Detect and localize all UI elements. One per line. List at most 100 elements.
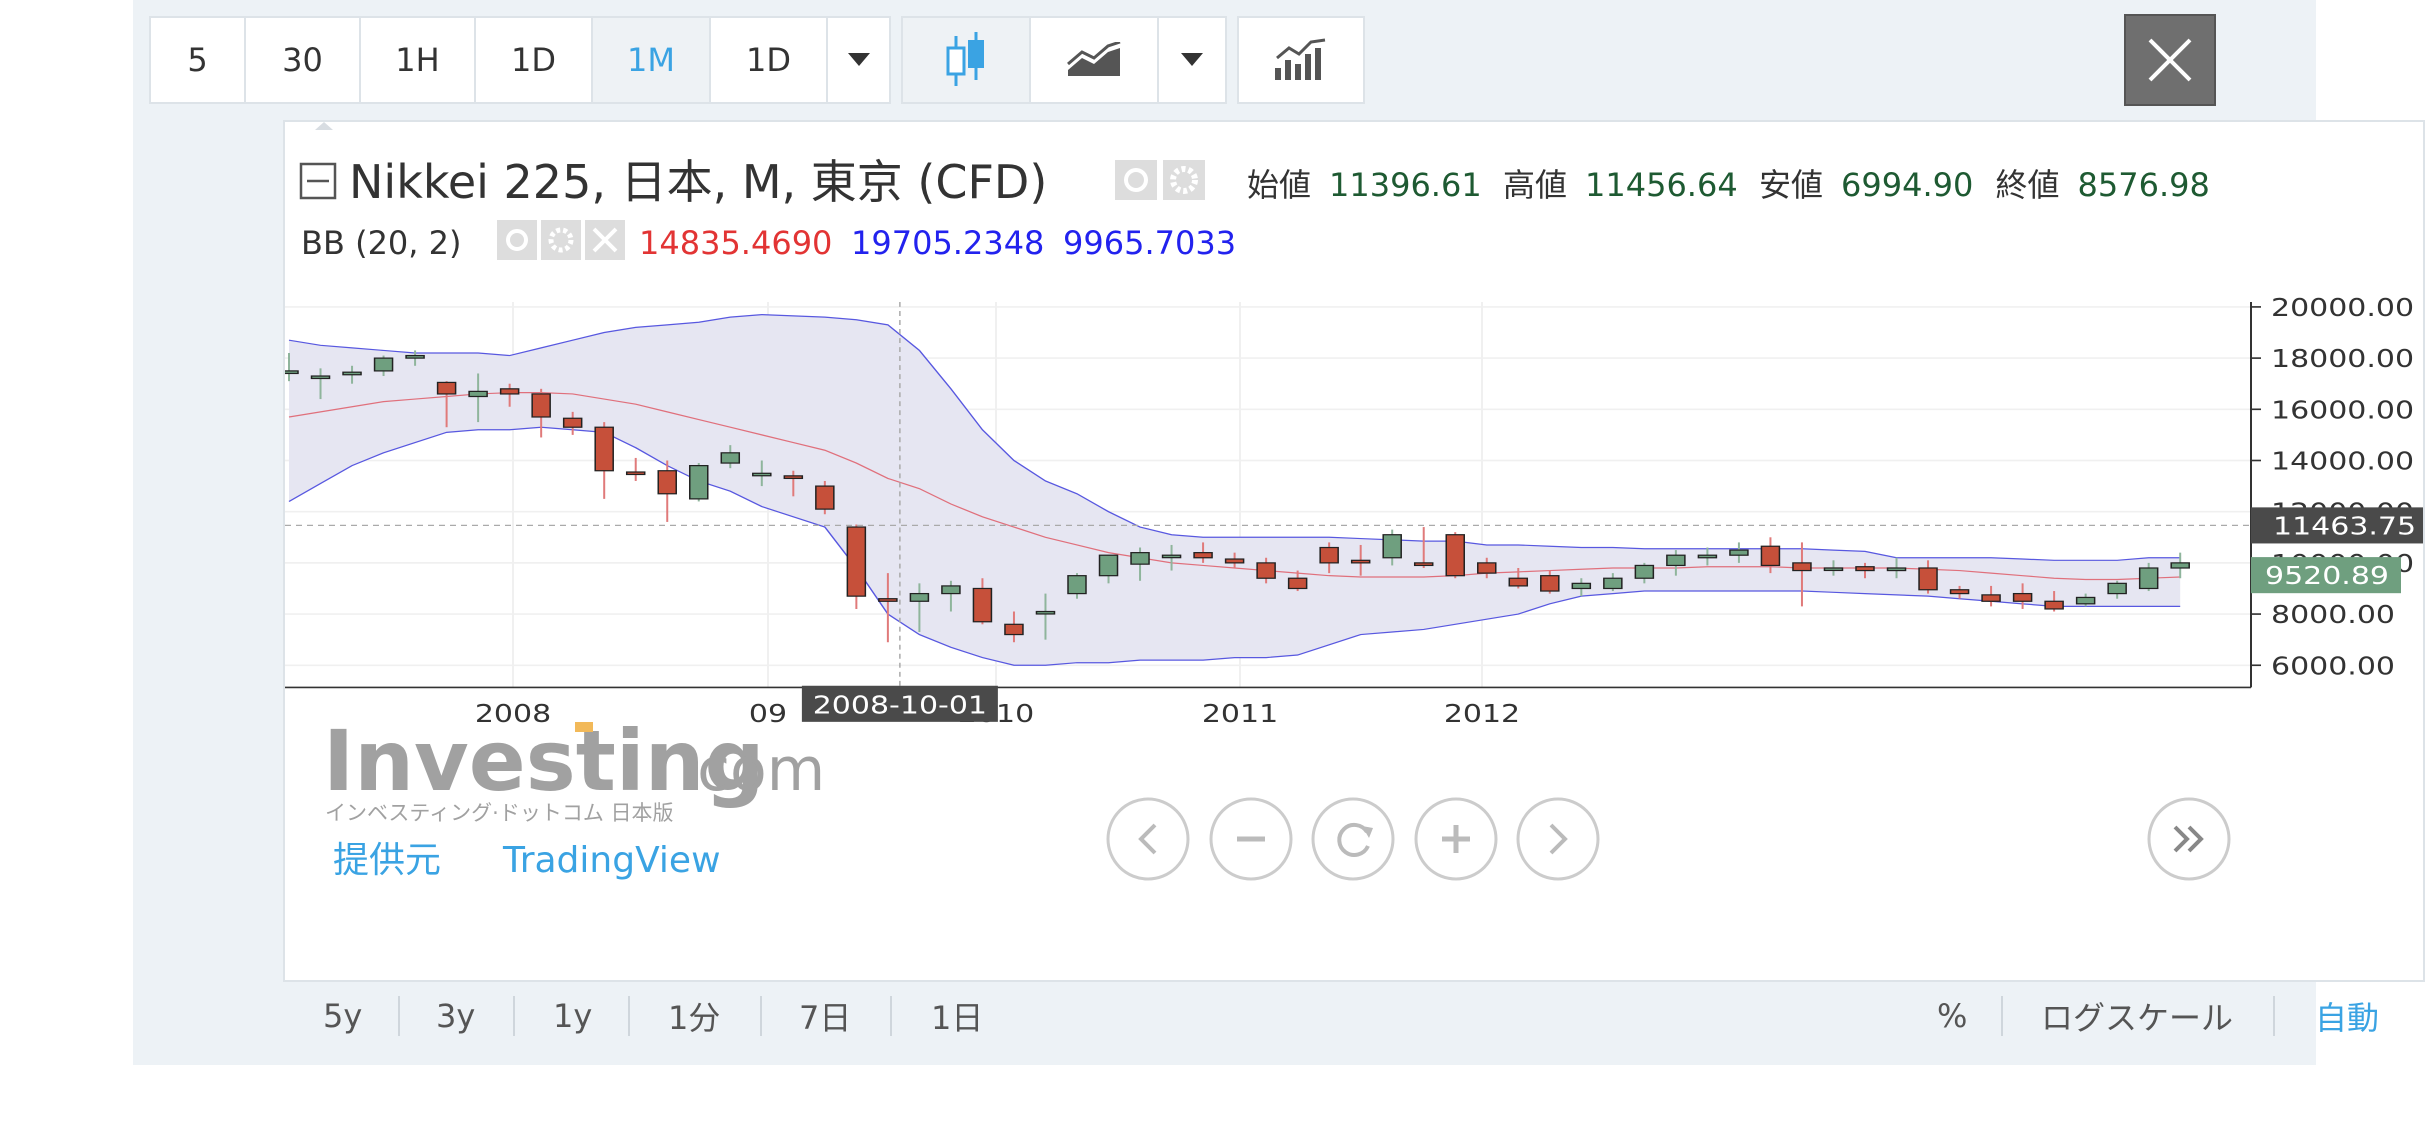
line-chart-button[interactable] <box>1031 18 1159 102</box>
scroll-to-latest-button[interactable] <box>2147 797 2231 881</box>
candle-body <box>1760 545 1781 567</box>
chart-type-dropdown-button[interactable] <box>1159 18 1225 102</box>
tradingview-link[interactable]: TradingView <box>502 840 721 881</box>
close-icon <box>2148 38 2192 82</box>
price-tick-label: 14000.00 <box>2271 448 2414 476</box>
candle-body <box>783 475 804 480</box>
price-axis[interactable]: 20000.0018000.0016000.0014000.0012000.00… <box>2250 294 2425 982</box>
candle-body <box>468 390 488 398</box>
candle-body <box>594 426 614 472</box>
candle-body <box>1224 558 1245 564</box>
interval-dropdown-button[interactable] <box>828 18 889 102</box>
price-tick-label: 16000.00 <box>2271 397 2414 425</box>
price-tick-label: 6000.00 <box>2271 653 2395 681</box>
candle-body <box>1161 554 1182 559</box>
candle-body <box>342 371 362 376</box>
candle-body <box>1413 562 1434 567</box>
candle-body <box>1319 546 1339 564</box>
ohlc-values: 始値 11396.61 高値 11456.64 安値 6994.90 終値 8576.98 <box>1247 166 2210 204</box>
time-tick-label: 2012 <box>1444 700 1520 728</box>
reset-button[interactable] <box>1311 797 1395 881</box>
zoom-in-button[interactable] <box>1414 797 1498 881</box>
separator <box>890 996 892 1036</box>
candle-body <box>1067 575 1087 595</box>
candle-body <box>1445 534 1465 577</box>
range-3y-button[interactable]: 3y <box>436 992 475 1040</box>
candle-body <box>310 375 331 380</box>
price-tick-label: 8000.00 <box>2271 602 2395 630</box>
ohlc-label: 始値 <box>1247 166 1311 204</box>
candle-body <box>657 470 677 495</box>
auto-scale-toggle[interactable]: 自動 <box>2315 992 2379 1040</box>
candle-body <box>1634 564 1655 579</box>
provider-label: 提供元 <box>333 840 441 881</box>
range-1min-button[interactable]: 1分 <box>668 992 720 1040</box>
area-line-icon <box>1067 42 1121 76</box>
bb-label: BB (20, 2) <box>301 224 461 262</box>
watermark-brand-suffix: .com <box>678 735 825 805</box>
range-5y-button[interactable]: 5y <box>323 992 362 1040</box>
close-button[interactable] <box>2124 14 2216 106</box>
candle-body <box>2107 582 2127 595</box>
scroll-left-button[interactable] <box>1106 797 1190 881</box>
scroll-right-button[interactable] <box>1516 797 1600 881</box>
interval-30-button[interactable]: 30 <box>246 18 361 102</box>
candle-body <box>1855 566 1875 572</box>
time-tick-label: 2011 <box>1202 700 1278 728</box>
candlestick-button[interactable] <box>903 18 1031 102</box>
candle-body <box>1350 559 1371 564</box>
bb-gear-icon[interactable] <box>541 220 581 260</box>
candle-body <box>1792 562 1812 572</box>
interval-1h-button[interactable]: 1H <box>361 18 476 102</box>
candle-body <box>1382 534 1402 559</box>
bb-value: 14835.4690 <box>639 224 832 262</box>
candle-body <box>1571 582 1592 590</box>
price-chart[interactable]: Nikkei 225, 日本, M, 東京 (CFD) 始値 11396.61 高値… <box>285 122 2425 982</box>
interval-1m-button[interactable]: 1M <box>593 18 711 102</box>
price-tick-label: 18000.00 <box>2271 346 2414 374</box>
ohlc-label: 終値 <box>1996 166 2060 204</box>
investing-watermark: Investing .com インベスティング·ドットコム 日本版 <box>323 712 825 825</box>
indicators-button[interactable] <box>1239 18 1363 102</box>
candle-body <box>2044 600 2064 610</box>
range-1y-button[interactable]: 1y <box>553 992 592 1040</box>
zoom-out-button[interactable] <box>1209 797 1293 881</box>
candle-body <box>1098 554 1119 577</box>
interval-custom-button[interactable]: 1D <box>711 18 828 102</box>
candle-body <box>878 598 898 602</box>
indicators-icon <box>1275 38 1326 80</box>
bb-eye-icon[interactable] <box>497 220 537 260</box>
candlestick-icon <box>946 32 984 86</box>
legend-eye-icon[interactable] <box>1115 160 1157 200</box>
ohlc-value: 11396.61 <box>1329 166 1482 204</box>
candle-body <box>436 381 457 395</box>
crosshair-price-label: 11463.75 <box>2273 513 2416 541</box>
symbol-title: Nikkei 225, 日本, M, 東京 (CFD) <box>349 155 1047 209</box>
candle-body <box>752 472 772 477</box>
chart-canvas[interactable]: Nikkei 225, 日本, M, 東京 (CFD) 始値 11396.61 高値… <box>283 120 2425 982</box>
candle-body <box>909 592 930 602</box>
separator <box>2001 996 2003 1036</box>
candle-body <box>1193 552 1213 559</box>
bb-value: 19705.2348 <box>851 224 1044 262</box>
candle-body <box>1035 610 1056 615</box>
candle-body <box>2012 592 2033 602</box>
interval-1d-button[interactable]: 1D <box>476 18 593 102</box>
percent-toggle[interactable]: % <box>1937 992 1967 1040</box>
candle-body <box>1697 554 1718 559</box>
candle-body <box>499 388 520 395</box>
candle-body <box>1130 552 1150 565</box>
candle-body <box>562 417 583 428</box>
interval-5-button[interactable]: 5 <box>151 18 246 102</box>
ohlc-value: 6994.90 <box>1841 166 1973 204</box>
watermark-logo-accent <box>575 722 593 732</box>
log-scale-toggle[interactable]: ログスケール <box>2041 992 2233 1040</box>
bottom-bar: 5y 3y 1y 1分 7日 1日 % ログスケール 自動 <box>283 982 2425 1050</box>
ohlc-value: 11456.64 <box>1585 166 1738 204</box>
separator <box>628 996 630 1036</box>
candle-body <box>1508 577 1529 587</box>
range-7d-button[interactable]: 7日 <box>799 992 851 1040</box>
candle-body <box>1603 577 1623 590</box>
candle-body <box>1256 562 1276 579</box>
range-1d-button[interactable]: 1日 <box>931 992 983 1040</box>
